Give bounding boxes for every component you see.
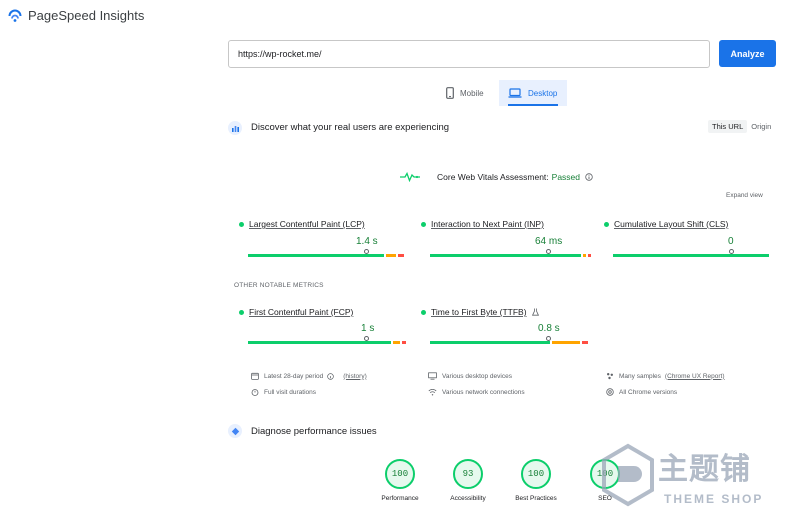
distribution-bar [248,341,406,344]
group-icon [607,373,613,380]
p75-marker [546,249,551,254]
metric-value: 1 s [361,323,375,334]
p75-marker [364,249,369,254]
app-title: PageSpeed Insights [28,8,145,23]
metric-ttfb: Time to First Byte (TTFB) 0.8 s [421,307,588,344]
metric-fcp: First Contentful Paint (FCP) 1 s [239,307,406,344]
metric-inp: Interaction to Next Paint (INP) 64 ms [421,219,591,257]
watermark-en-text: THEME SHOP [664,492,764,506]
cwv-assessment-label: Core Web Vitals Assessment: [437,172,549,182]
theme-shop-watermark: 主题铺 THEME SHOP [600,440,790,520]
score-label: Accessibility [450,495,486,502]
good-status-dot [239,221,244,227]
info-period: Latest 28-day period (history) [251,372,367,380]
field-data-heading: Discover what your real users are experi… [251,122,450,133]
users-section-icon [228,121,242,135]
metric-name-link[interactable]: Largest Contentful Paint (LCP) [249,219,365,229]
score-gauge: 100 [521,459,551,489]
distribution-bar [430,254,591,257]
other-metrics-heading: OTHER NOTABLE METRICS [234,282,324,289]
watermark-logo-icon [602,443,654,507]
history-link[interactable]: (history) [343,373,366,380]
metric-name-link[interactable]: Interaction to Next Paint (INP) [431,219,544,229]
score-accessibility[interactable]: 93 Accessibility [438,459,498,502]
active-tab-indicator [508,104,558,106]
expand-view-link[interactable]: Expand view [726,192,763,199]
metric-lcp: Largest Contentful Paint (LCP) 1.4 s [239,219,404,257]
analyze-button[interactable]: Analyze [719,40,776,67]
metric-name-link[interactable]: Cumulative Layout Shift (CLS) [614,219,728,229]
p75-marker [546,336,551,341]
info-icon[interactable] [327,372,335,380]
lighthouse-icon [231,427,239,435]
laptop-icon [508,88,522,98]
metric-name-link[interactable]: Time to First Byte (TTFB) [431,307,527,317]
info-samples: Many samples (Chrome UX Report) [606,372,725,380]
cwv-assessment: Core Web Vitals Assessment: Passed [437,172,593,182]
info-connections: Various network connections [428,388,525,396]
tab-desktop[interactable]: Desktop [499,80,567,106]
distribution-bar [430,341,588,344]
diagnose-section-icon [228,424,242,438]
pagespeed-logo-icon [8,9,22,22]
users-icon [231,125,239,132]
metric-value: 64 ms [535,236,563,247]
desktop-icon [428,372,437,380]
tab-mobile[interactable]: Mobile [440,80,496,106]
score-performance[interactable]: 100 Performance [370,459,430,502]
metric-value: 1.4 s [356,236,378,247]
cwv-assessment-status: Passed [551,172,581,182]
good-status-dot [239,309,244,315]
metric-value: 0 [728,236,734,247]
info-durations: Full visit durations [251,388,316,396]
heartbeat-icon [400,172,420,182]
distribution-bar [613,254,769,257]
watermark-cn-text: 主题铺 [658,452,751,487]
chrome-icon [606,388,614,396]
origin-toggle[interactable]: Origin [747,120,775,133]
tab-mobile-label: Mobile [460,88,484,98]
url-input[interactable] [228,40,710,68]
url-origin-toggle: This URL Origin [708,120,775,133]
good-status-dot [421,309,426,315]
p75-marker [729,249,734,254]
metric-name-link[interactable]: First Contentful Paint (FCP) [249,307,353,317]
experimental-flask-icon [531,308,539,316]
stopwatch-icon [251,389,259,396]
app-logo[interactable]: PageSpeed Insights [8,8,144,23]
score-label: Performance [381,495,419,502]
info-devices: Various desktop devices [428,372,512,380]
score-best-practices[interactable]: 100 Best Practices [506,459,566,502]
score-gauge: 93 [453,459,483,489]
calendar-icon [251,372,259,380]
metric-value: 0.8 s [538,323,560,334]
wifi-icon [428,389,437,396]
info-versions: All Chrome versions [606,388,677,396]
chrome-ux-report-link[interactable]: (Chrome UX Report) [665,373,725,380]
score-gauge: 100 [385,459,415,489]
p75-marker [364,336,369,341]
good-status-dot [421,221,426,227]
good-status-dot [604,221,609,227]
diagnose-heading: Diagnose performance issues [251,426,377,437]
tab-desktop-label: Desktop [528,88,558,98]
this-url-toggle[interactable]: This URL [708,120,748,133]
info-icon[interactable] [585,173,593,181]
distribution-bar [248,254,404,257]
score-label: Best Practices [515,495,557,502]
metric-cls: Cumulative Layout Shift (CLS) 0 [604,219,769,257]
mobile-phone-icon [446,87,454,99]
